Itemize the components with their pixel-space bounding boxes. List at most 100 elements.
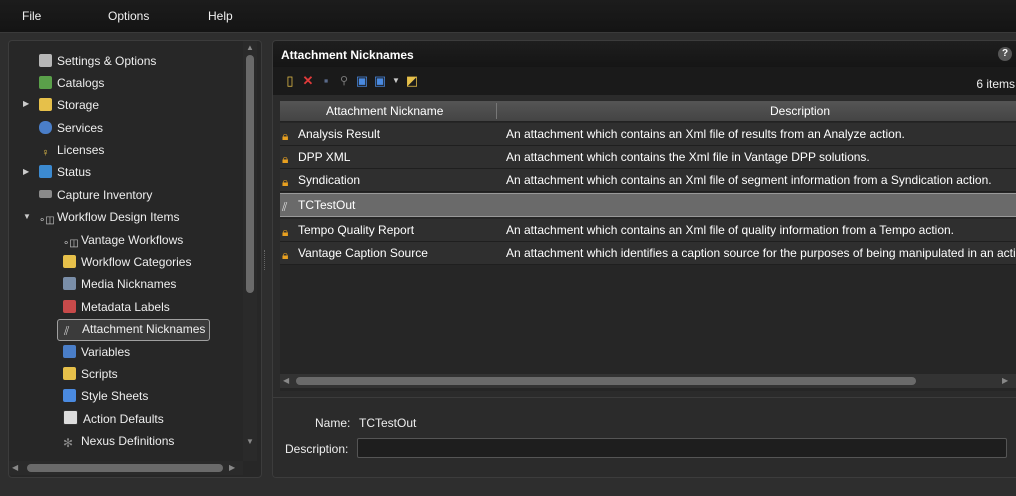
table-row[interactable]: 🔒︎ Analysis Result An attachment which co… <box>280 123 1016 146</box>
scroll-right-icon[interactable]: ▶ <box>229 463 235 472</box>
tree-item-label: Workflow Design Items <box>57 210 180 224</box>
tree-item-variables[interactable]: Variables <box>63 342 130 362</box>
tree-item-label: Storage <box>57 98 100 112</box>
table-header: Attachment Nickname Description <box>280 101 1016 122</box>
capture-icon <box>39 190 52 198</box>
description-label: Description: <box>285 442 349 456</box>
catalogs-icon <box>39 76 52 89</box>
menu-options[interactable]: Options <box>108 9 149 23</box>
nickname-text: Syndication <box>298 173 361 187</box>
paperclip-icon: ⫽ <box>64 324 70 338</box>
name-value: TCTestOut <box>359 416 417 430</box>
table-row-selected[interactable]: ⫽ TCTestOut <box>280 193 1016 217</box>
table-horizontal-scrollbar[interactable]: ◀ ▶ <box>280 374 1016 388</box>
toolbar: ▯ ✕ ▪ ⚲ ▣ ▣ ▼ ◩ 6 items <box>273 67 1016 95</box>
help-icon[interactable]: ? <box>998 47 1012 61</box>
workflow-icon: ∘◫ <box>63 238 79 249</box>
expand-status-icon[interactable]: ▶ <box>23 167 29 176</box>
variables-icon <box>63 345 76 358</box>
dropdown-arrow-icon[interactable]: ▼ <box>389 74 403 88</box>
menu-help[interactable]: Help <box>208 9 233 23</box>
tree-item-catalogs[interactable]: Catalogs <box>39 73 104 93</box>
menu-file[interactable]: File <box>22 9 41 23</box>
metadata-icon <box>63 300 76 313</box>
folder-icon <box>39 98 52 111</box>
tree-item-workflow-categories[interactable]: Workflow Categories <box>63 252 191 272</box>
nickname-text: DPP XML <box>298 150 351 164</box>
tree-item-licenses[interactable]: ♀ Licenses <box>39 140 104 160</box>
panel-header: Attachment Nicknames ? <box>273 41 1016 67</box>
description-field[interactable] <box>357 438 1007 458</box>
tree-item-scripts[interactable]: Scripts <box>63 364 118 384</box>
delete-icon[interactable]: ✕ <box>301 74 315 88</box>
panel-title: Attachment Nicknames <box>281 48 414 62</box>
properties-icon[interactable]: ◩ <box>405 74 419 88</box>
attachment-nicknames-table: Attachment Nickname Description 🔒︎ Analys… <box>280 101 1016 391</box>
tree-item-vantage-workflows[interactable]: ∘◫ Vantage Workflows <box>63 230 183 250</box>
scripts-icon <box>63 367 76 380</box>
tree-item-label: Workflow Categories <box>81 255 192 269</box>
nickname-text: TCTestOut <box>298 198 356 212</box>
tree-item-label: Variables <box>81 345 131 359</box>
tree-vertical-scrollbar[interactable]: ▲ ▼ <box>243 41 257 461</box>
tree-item-settings-options[interactable]: Settings & Options <box>39 51 156 71</box>
nickname-cell: 🔒︎ DPP XML <box>282 146 350 168</box>
media-icon <box>63 277 76 290</box>
tree-item-label: Settings & Options <box>57 54 157 68</box>
lock-icon: 🔒︎ <box>282 152 289 166</box>
tree-item-storage[interactable]: Storage <box>39 95 99 115</box>
tree-item-label: Services <box>57 121 104 135</box>
scroll-left-icon[interactable]: ◀ <box>283 376 289 385</box>
scroll-right-icon[interactable]: ▶ <box>1002 376 1008 385</box>
table-row[interactable]: 🔒︎ Vantage Caption Source An attachment w… <box>280 242 1016 265</box>
lock-icon: 🔒︎ <box>282 248 289 262</box>
table-row[interactable]: 🔒︎ Syndication An attachment which contai… <box>280 169 1016 192</box>
tree-horizontal-scroll-thumb[interactable] <box>27 464 223 472</box>
panel-splitter[interactable] <box>264 250 268 270</box>
table-row[interactable]: 🔒︎ Tempo Quality Report An attachment whi… <box>280 219 1016 242</box>
tree-item-attachment-nicknames[interactable]: ⫽ Attachment Nicknames <box>57 319 211 341</box>
tree-item-workflow-design-items[interactable]: ∘◫ Workflow Design Items <box>39 207 179 227</box>
tree-vertical-scroll-thumb[interactable] <box>246 55 254 293</box>
import-icon[interactable]: ▣ <box>355 74 369 88</box>
collapse-workflow-design-icon[interactable]: ▼ <box>23 212 31 221</box>
tree-item-nexus-definitions[interactable]: ✻ Nexus Definitions <box>63 431 174 451</box>
tree-item-label: Attachment Nicknames <box>82 322 206 336</box>
description-cell: An attachment which contains an Xml file… <box>506 127 905 141</box>
folder-icon <box>63 255 76 268</box>
key-icon: ♀ <box>41 147 50 159</box>
scroll-left-icon[interactable]: ◀ <box>12 463 18 472</box>
table-horizontal-scroll-thumb[interactable] <box>296 377 916 385</box>
table-row[interactable]: 🔒︎ DPP XML An attachment which contains t… <box>280 146 1016 169</box>
tree-horizontal-scrollbar[interactable]: ◀ ▶ <box>9 461 243 475</box>
nexus-icon: ✻ <box>63 436 74 450</box>
find-icon[interactable]: ⚲ <box>337 74 351 88</box>
expand-storage-icon[interactable]: ▶ <box>23 99 29 108</box>
tree-item-media-nicknames[interactable]: Media Nicknames <box>63 274 176 294</box>
tree-item-capture-inventory[interactable]: Capture Inventory <box>39 185 152 205</box>
scroll-up-icon[interactable]: ▲ <box>246 43 254 52</box>
services-icon <box>39 121 52 134</box>
name-label: Name: <box>315 416 351 430</box>
tree-item-action-defaults[interactable]: Action Defaults <box>63 409 164 429</box>
nickname-cell: 🔒︎ Analysis Result <box>282 123 380 145</box>
tree-item-label: Catalogs <box>57 76 105 90</box>
action-defaults-icon <box>63 410 78 425</box>
tree-item-services[interactable]: Services <box>39 118 103 138</box>
workflow-icon: ∘◫ <box>39 215 55 226</box>
attachment-nicknames-panel: Attachment Nicknames ? ▯ ✕ ▪ ⚲ ▣ ▣ ▼ ◩ 6… <box>272 40 1016 478</box>
tree-item-label: Action Defaults <box>83 412 164 426</box>
tree-item-metadata-labels[interactable]: Metadata Labels <box>63 297 170 317</box>
export-icon[interactable]: ▣ <box>373 74 387 88</box>
nickname-cell: 🔒︎ Vantage Caption Source <box>282 242 428 264</box>
column-header-nickname[interactable]: Attachment Nickname <box>326 104 443 118</box>
tree-item-status[interactable]: Status <box>39 162 91 182</box>
description-cell: An attachment which identifies a caption… <box>506 246 1016 260</box>
column-separator[interactable] <box>496 103 497 119</box>
save-icon[interactable]: ▪ <box>319 74 333 88</box>
tree-item-label: Nexus Definitions <box>81 434 175 448</box>
tree-item-style-sheets[interactable]: Style Sheets <box>63 386 148 406</box>
new-icon[interactable]: ▯ <box>283 74 297 88</box>
scroll-down-icon[interactable]: ▼ <box>246 437 254 446</box>
column-header-description[interactable]: Description <box>770 104 830 118</box>
